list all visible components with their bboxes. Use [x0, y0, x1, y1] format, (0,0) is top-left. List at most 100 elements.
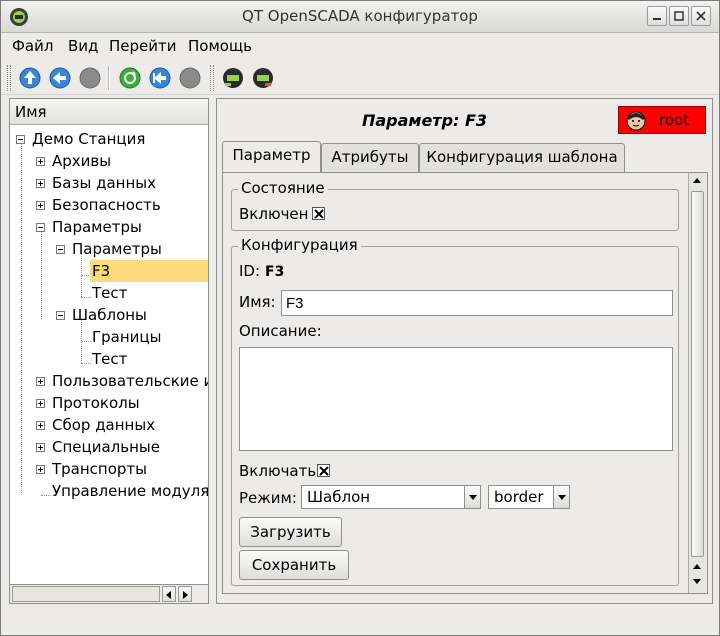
id-value: F3 [265, 264, 285, 280]
expand-toggle[interactable] [36, 157, 45, 166]
tree-item-templates[interactable]: Шаблоны [72, 304, 147, 326]
scroll-track[interactable] [12, 586, 160, 602]
maximize-button[interactable] [669, 6, 689, 26]
mode-extra-value: border [494, 488, 544, 506]
content-vertical-scrollbar[interactable] [688, 173, 706, 593]
tree-item-f3[interactable]: F3 [90, 260, 208, 282]
check-icon [314, 209, 324, 219]
chevron-down-icon[interactable] [553, 486, 569, 508]
tree-item-parameters[interactable]: Параметры [52, 216, 142, 238]
toolbar-separator [108, 66, 110, 90]
scroll-down-icon[interactable] [693, 579, 701, 584]
tree-item-borders[interactable]: Границы [92, 326, 161, 348]
parameter-panel: Параметр: F3 root Параметр Атрибуты Конф… [216, 98, 713, 604]
tree-item-user-interfaces[interactable]: Пользовательские ин [52, 370, 208, 392]
expand-toggle[interactable] [36, 465, 45, 474]
tree-item-parameters-sub[interactable]: Параметры [72, 238, 162, 260]
expand-toggle[interactable] [36, 377, 45, 386]
reload-icon[interactable] [118, 66, 142, 90]
collapse-toggle[interactable] [36, 223, 45, 232]
tree-guide-line [81, 363, 91, 364]
navigation-tree[interactable]: Имя Демо Станция Архивы Базы данных Безо… [9, 98, 209, 604]
tree-guide-line [81, 297, 91, 298]
load-button[interactable]: Загрузить [239, 517, 342, 547]
tree-item-databases[interactable]: Базы данных [52, 172, 156, 194]
save-button[interactable]: Сохранить [239, 550, 349, 580]
state-group-title: Состояние [238, 179, 328, 197]
stop-icon[interactable] [178, 66, 202, 90]
tree-item-transports[interactable]: Транспорты [52, 458, 147, 480]
close-icon [696, 11, 706, 21]
tree-horizontal-scrollbar[interactable] [9, 584, 209, 604]
network-icon[interactable] [251, 66, 275, 90]
minimize-icon [653, 18, 661, 20]
mode-select-value: Шаблон [307, 488, 371, 506]
mode-select[interactable]: Шаблон [301, 485, 481, 509]
tree-item-special[interactable]: Специальные [52, 436, 160, 458]
chevron-left-icon [166, 591, 171, 599]
mode-extra-select[interactable]: border [488, 485, 570, 509]
collapse-toggle[interactable] [56, 245, 65, 254]
chevron-right-icon [183, 591, 188, 599]
check-icon [319, 466, 329, 476]
tree-item-protocols[interactable]: Протоколы [52, 392, 140, 414]
menu-help[interactable]: Помощь [188, 37, 252, 55]
chevron-down-icon[interactable] [464, 486, 480, 508]
close-button[interactable] [691, 6, 711, 26]
user-button[interactable]: root [618, 106, 706, 134]
enabled-checkbox[interactable] [312, 207, 325, 220]
stop-icon[interactable] [78, 66, 102, 90]
user-avatar-icon [626, 111, 646, 131]
menu-file[interactable]: Файл [12, 37, 53, 55]
network-icon[interactable] [221, 66, 245, 90]
tab-template-config[interactable]: Конфигурация шаблона [419, 143, 625, 173]
tree-guide-line [21, 143, 22, 493]
back-arrow-icon[interactable] [48, 66, 72, 90]
scroll-thumb[interactable] [691, 191, 704, 557]
scroll-right-button[interactable] [178, 586, 192, 602]
tree-item-archives[interactable]: Архивы [52, 150, 111, 172]
tree-item-module-management[interactable]: Управление модулям [52, 480, 208, 502]
tree-item-security[interactable]: Безопасность [52, 194, 161, 216]
scroll-up-icon[interactable] [693, 564, 701, 569]
id-label: ID: [239, 262, 261, 280]
enable-on-start-checkbox[interactable] [317, 464, 330, 477]
panel-splitter[interactable] [210, 98, 214, 604]
window-title: QT OpenSCADA конфигуратор [242, 7, 478, 25]
expand-toggle[interactable] [36, 421, 45, 430]
state-group: Состояние Включен [231, 179, 679, 231]
tree-guide-line [41, 231, 42, 319]
scroll-up-icon[interactable] [693, 178, 701, 183]
maximize-icon [674, 11, 684, 21]
tree-header[interactable]: Имя [10, 99, 208, 125]
user-name: root [659, 111, 690, 129]
up-arrow-icon[interactable] [18, 66, 42, 90]
menu-view[interactable]: Вид [68, 37, 98, 55]
toolbar [1, 61, 719, 95]
expand-toggle[interactable] [36, 399, 45, 408]
menu-go[interactable]: Перейти [109, 37, 177, 55]
mode-label: Режим: [239, 489, 297, 507]
scroll-left-button[interactable] [162, 586, 176, 602]
tree-item-test-template[interactable]: Тест [92, 348, 127, 370]
tree-item-demo-station[interactable]: Демо Станция [32, 128, 145, 150]
minimize-button[interactable] [647, 6, 667, 26]
collapse-toggle[interactable] [16, 135, 25, 144]
tab-parameter[interactable]: Параметр [222, 141, 321, 172]
name-input[interactable] [281, 290, 673, 316]
toolbar-grip[interactable] [7, 65, 11, 91]
expand-toggle[interactable] [36, 443, 45, 452]
forward-arrow-icon[interactable] [148, 66, 172, 90]
toolbar-grip[interactable] [210, 65, 214, 91]
description-label: Описание: [239, 322, 322, 340]
tree-item-data-acquisition[interactable]: Сбор данных [52, 414, 155, 436]
tree-guide-line [81, 341, 91, 342]
tree-item-test[interactable]: Тест [92, 282, 127, 304]
description-textarea[interactable] [239, 347, 673, 451]
tab-attributes[interactable]: Атрибуты [321, 143, 419, 173]
expand-toggle[interactable] [36, 179, 45, 188]
expand-toggle[interactable] [36, 201, 45, 210]
collapse-toggle[interactable] [56, 311, 65, 320]
tree-guide-line [41, 495, 51, 496]
configuration-group: Конфигурация ID: F3 Имя: Описание: Включ… [231, 236, 679, 586]
